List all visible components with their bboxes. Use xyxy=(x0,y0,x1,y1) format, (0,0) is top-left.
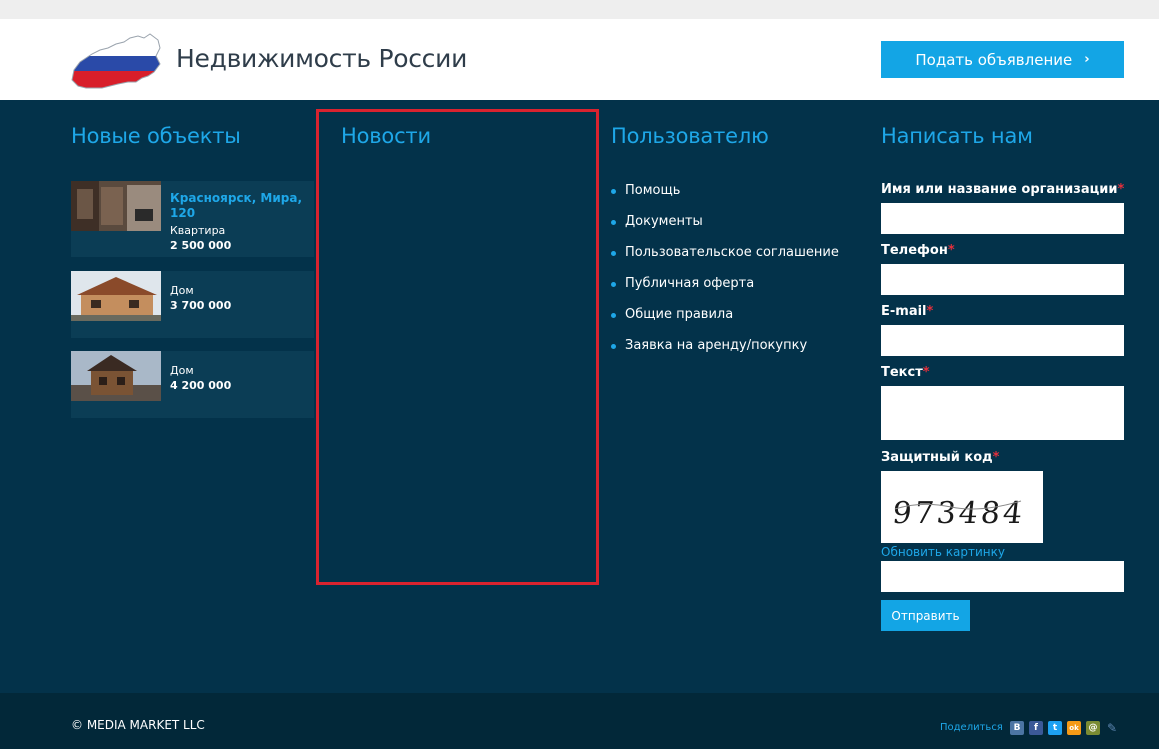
captcha-image: 973484 xyxy=(881,471,1043,543)
object-info: Дом 3 700 000 xyxy=(170,281,308,313)
object-type: Дом xyxy=(170,364,194,377)
odnoklassniki-icon[interactable]: ok xyxy=(1067,721,1081,735)
facebook-icon[interactable]: f xyxy=(1029,721,1043,735)
russia-flag-map-logo[interactable] xyxy=(70,32,162,90)
user-link-request[interactable]: Заявка на аренду/покупку xyxy=(611,339,839,370)
object-price: 3 700 000 xyxy=(170,299,232,312)
twitter-icon[interactable]: t xyxy=(1048,721,1062,735)
message-textarea[interactable] xyxy=(881,386,1124,440)
captcha-label-text: Защитный код xyxy=(881,450,993,465)
submit-button[interactable]: Отправить xyxy=(881,600,970,631)
top-strip xyxy=(0,0,1159,19)
required-mark: * xyxy=(922,365,930,380)
object-price: 2 500 000 xyxy=(170,239,232,252)
object-photo[interactable] xyxy=(71,271,161,321)
captcha-input[interactable] xyxy=(881,561,1124,592)
site-header: Недвижимость России Подать объявление › xyxy=(0,19,1159,100)
name-input[interactable] xyxy=(881,203,1124,234)
chevron-right-icon: › xyxy=(1084,52,1090,67)
name-label: Имя или название организации* xyxy=(881,182,1124,197)
phone-label-text: Телефон xyxy=(881,243,948,258)
name-label-text: Имя или название организации xyxy=(881,182,1118,197)
user-link-rules[interactable]: Общие правила xyxy=(611,308,839,339)
phone-label: Телефон* xyxy=(881,243,955,258)
user-link-offer[interactable]: Публичная оферта xyxy=(611,277,839,308)
captcha-code: 973484 xyxy=(891,496,1027,531)
contact-title: Написать нам xyxy=(881,124,1033,148)
user-section-title: Пользователю xyxy=(611,124,769,148)
site-title: Недвижимость России xyxy=(176,44,468,73)
object-photo[interactable] xyxy=(71,181,161,231)
object-location-link[interactable]: Красноярск, Мира, 120 xyxy=(170,191,308,221)
post-ad-button[interactable]: Подать объявление › xyxy=(881,41,1124,78)
news-highlight-frame xyxy=(316,109,599,585)
new-objects-title: Новые объекты xyxy=(71,124,241,148)
object-info: Дом 4 200 000 xyxy=(170,361,308,393)
vk-icon[interactable]: В xyxy=(1010,721,1024,735)
user-links-list: Помощь Документы Пользовательское соглаш… xyxy=(611,184,839,370)
news-title: Новости xyxy=(341,124,431,148)
required-mark: * xyxy=(992,450,1000,465)
object-type: Дом xyxy=(170,284,194,297)
mailru-icon[interactable]: @ xyxy=(1086,721,1100,735)
captcha-label: Защитный код* xyxy=(881,450,999,465)
object-photo[interactable] xyxy=(71,351,161,401)
user-link-documents[interactable]: Документы xyxy=(611,215,839,246)
main-content: Новые объекты Красноярск, Мира, 120 Квар… xyxy=(0,100,1159,693)
email-label-text: E-mail xyxy=(881,304,927,319)
user-link-agreement[interactable]: Пользовательское соглашение xyxy=(611,246,839,277)
object-card[interactable]: Дом 4 200 000 xyxy=(71,351,314,418)
email-label: E-mail* xyxy=(881,304,933,319)
livejournal-icon[interactable]: ✎ xyxy=(1105,721,1119,735)
object-card[interactable]: Красноярск, Мира, 120 Квартира 2 500 000 xyxy=(71,181,314,257)
required-mark: * xyxy=(926,304,934,319)
copyright-text: © MEDIA MARKET LLC xyxy=(71,718,205,732)
object-price: 4 200 000 xyxy=(170,379,232,392)
site-footer: © MEDIA MARKET LLC Поделиться В f t ok @… xyxy=(0,693,1159,749)
object-card[interactable]: Дом 3 700 000 xyxy=(71,271,314,338)
text-label: Текст* xyxy=(881,365,930,380)
post-ad-label: Подать объявление xyxy=(915,50,1073,69)
object-info: Красноярск, Мира, 120 Квартира 2 500 000 xyxy=(170,191,308,253)
phone-input[interactable] xyxy=(881,264,1124,295)
user-link-help[interactable]: Помощь xyxy=(611,184,839,215)
required-mark: * xyxy=(947,243,955,258)
refresh-captcha-link[interactable]: Обновить картинку xyxy=(881,545,1005,559)
email-input[interactable] xyxy=(881,325,1124,356)
share-label: Поделиться xyxy=(940,722,1003,733)
required-mark: * xyxy=(1117,182,1125,197)
text-label-text: Текст xyxy=(881,365,923,380)
object-type: Квартира xyxy=(170,224,226,237)
